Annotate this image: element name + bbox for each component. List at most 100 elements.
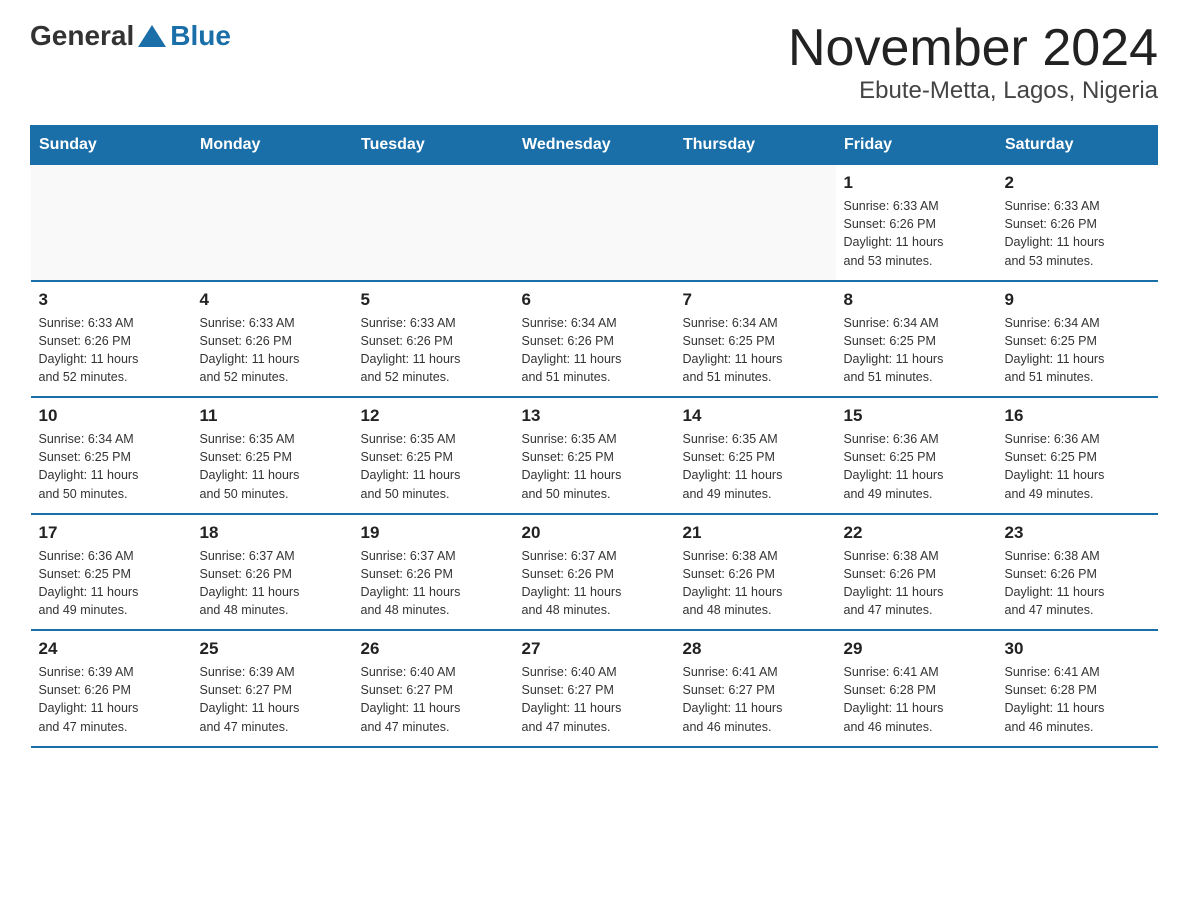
day-sun-info: Sunrise: 6:35 AM Sunset: 6:25 PM Dayligh… [361,430,506,503]
day-of-week-header: Wednesday [514,126,675,165]
day-number: 12 [361,406,506,426]
day-sun-info: Sunrise: 6:41 AM Sunset: 6:28 PM Dayligh… [844,663,989,736]
calendar-week-row: 10 Sunrise: 6:34 AM Sunset: 6:25 PM Dayli… [31,397,1158,514]
day-number: 23 [1005,523,1150,543]
day-number: 21 [683,523,828,543]
calendar-day-cell: 30Sunrise: 6:41 AM Sunset: 6:28 PM Dayli… [997,630,1158,747]
day-sun-info: Sunrise: 6:36 AM Sunset: 6:25 PM Dayligh… [844,430,989,503]
day-sun-info: Sunrise: 6:35 AM Sunset: 6:25 PM Dayligh… [200,430,345,503]
day-sun-info: Sunrise: 6:34 AM Sunset: 6:26 PM Dayligh… [522,314,667,387]
day-number: 19 [361,523,506,543]
day-number: 9 [1005,290,1150,310]
day-number: 27 [522,639,667,659]
calendar-day-cell: 15 Sunrise: 6:36 AM Sunset: 6:25 PM Dayli… [836,397,997,514]
calendar-week-row: 17Sunrise: 6:36 AM Sunset: 6:25 PM Dayli… [31,514,1158,631]
day-of-week-header: Saturday [997,126,1158,165]
day-sun-info: Sunrise: 6:35 AM Sunset: 6:25 PM Dayligh… [683,430,828,503]
title-area: November 2024 Ebute-Metta, Lagos, Nigeri… [788,20,1158,105]
day-number: 20 [522,523,667,543]
day-sun-info: Sunrise: 6:34 AM Sunset: 6:25 PM Dayligh… [39,430,184,503]
day-number: 13 [522,406,667,426]
calendar-day-cell: 1 Sunrise: 6:33 AM Sunset: 6:26 PM Daylig… [836,165,997,281]
day-sun-info: Sunrise: 6:38 AM Sunset: 6:26 PM Dayligh… [683,547,828,620]
day-sun-info: Sunrise: 6:33 AM Sunset: 6:26 PM Dayligh… [1005,197,1150,270]
calendar-day-cell: 16Sunrise: 6:36 AM Sunset: 6:25 PM Dayli… [997,397,1158,514]
day-sun-info: Sunrise: 6:33 AM Sunset: 6:26 PM Dayligh… [39,314,184,387]
day-sun-info: Sunrise: 6:39 AM Sunset: 6:26 PM Dayligh… [39,663,184,736]
day-sun-info: Sunrise: 6:41 AM Sunset: 6:27 PM Dayligh… [683,663,828,736]
day-number: 3 [39,290,184,310]
calendar-day-cell: 27 Sunrise: 6:40 AM Sunset: 6:27 PM Dayli… [514,630,675,747]
day-sun-info: Sunrise: 6:38 AM Sunset: 6:26 PM Dayligh… [844,547,989,620]
calendar-day-cell: 18Sunrise: 6:37 AM Sunset: 6:26 PM Dayli… [192,514,353,631]
logo-general-text: General [30,20,134,52]
calendar-day-cell: 24 Sunrise: 6:39 AM Sunset: 6:26 PM Dayli… [31,630,192,747]
day-number: 29 [844,639,989,659]
day-sun-info: Sunrise: 6:40 AM Sunset: 6:27 PM Dayligh… [361,663,506,736]
calendar-day-cell [675,165,836,281]
calendar-day-cell: 17Sunrise: 6:36 AM Sunset: 6:25 PM Dayli… [31,514,192,631]
calendar-day-cell [31,165,192,281]
day-number: 5 [361,290,506,310]
day-number: 14 [683,406,828,426]
day-sun-info: Sunrise: 6:33 AM Sunset: 6:26 PM Dayligh… [844,197,989,270]
calendar-day-cell: 2 Sunrise: 6:33 AM Sunset: 6:26 PM Daylig… [997,165,1158,281]
day-of-week-header: Friday [836,126,997,165]
day-sun-info: Sunrise: 6:34 AM Sunset: 6:25 PM Dayligh… [1005,314,1150,387]
calendar-day-cell: 20 Sunrise: 6:37 AM Sunset: 6:26 PM Dayli… [514,514,675,631]
calendar-body: 1 Sunrise: 6:33 AM Sunset: 6:26 PM Daylig… [31,165,1158,747]
calendar-day-cell: 4 Sunrise: 6:33 AM Sunset: 6:26 PM Daylig… [192,281,353,398]
day-sun-info: Sunrise: 6:38 AM Sunset: 6:26 PM Dayligh… [1005,547,1150,620]
days-of-week-row: SundayMondayTuesdayWednesdayThursdayFrid… [31,126,1158,165]
calendar-day-cell [353,165,514,281]
day-sun-info: Sunrise: 6:34 AM Sunset: 6:25 PM Dayligh… [683,314,828,387]
page-header: General Blue November 2024 Ebute-Metta, … [30,20,1158,105]
calendar-day-cell: 9 Sunrise: 6:34 AM Sunset: 6:25 PM Daylig… [997,281,1158,398]
day-number: 1 [844,173,989,193]
day-number: 8 [844,290,989,310]
day-number: 4 [200,290,345,310]
calendar-day-cell [514,165,675,281]
day-number: 15 [844,406,989,426]
day-number: 24 [39,639,184,659]
calendar-day-cell: 8Sunrise: 6:34 AM Sunset: 6:25 PM Daylig… [836,281,997,398]
calendar-week-row: 24 Sunrise: 6:39 AM Sunset: 6:26 PM Dayli… [31,630,1158,747]
calendar-day-cell: 25Sunrise: 6:39 AM Sunset: 6:27 PM Dayli… [192,630,353,747]
calendar-week-row: 1 Sunrise: 6:33 AM Sunset: 6:26 PM Daylig… [31,165,1158,281]
calendar-day-cell: 5 Sunrise: 6:33 AM Sunset: 6:26 PM Daylig… [353,281,514,398]
day-sun-info: Sunrise: 6:40 AM Sunset: 6:27 PM Dayligh… [522,663,667,736]
day-number: 11 [200,406,345,426]
calendar-day-cell: 28 Sunrise: 6:41 AM Sunset: 6:27 PM Dayli… [675,630,836,747]
day-sun-info: Sunrise: 6:41 AM Sunset: 6:28 PM Dayligh… [1005,663,1150,736]
calendar-day-cell: 12 Sunrise: 6:35 AM Sunset: 6:25 PM Dayli… [353,397,514,514]
logo: General Blue [30,20,231,52]
day-sun-info: Sunrise: 6:33 AM Sunset: 6:26 PM Dayligh… [200,314,345,387]
calendar-header: SundayMondayTuesdayWednesdayThursdayFrid… [31,126,1158,165]
calendar-day-cell: 19 Sunrise: 6:37 AM Sunset: 6:26 PM Dayli… [353,514,514,631]
calendar-day-cell: 10 Sunrise: 6:34 AM Sunset: 6:25 PM Dayli… [31,397,192,514]
day-number: 25 [200,639,345,659]
calendar-day-cell [192,165,353,281]
day-number: 26 [361,639,506,659]
calendar-day-cell: 23 Sunrise: 6:38 AM Sunset: 6:26 PM Dayli… [997,514,1158,631]
day-sun-info: Sunrise: 6:37 AM Sunset: 6:26 PM Dayligh… [361,547,506,620]
calendar-day-cell: 7 Sunrise: 6:34 AM Sunset: 6:25 PM Daylig… [675,281,836,398]
day-of-week-header: Sunday [31,126,192,165]
day-sun-info: Sunrise: 6:37 AM Sunset: 6:26 PM Dayligh… [522,547,667,620]
day-number: 18 [200,523,345,543]
day-of-week-header: Tuesday [353,126,514,165]
month-year-title: November 2024 [788,20,1158,77]
day-sun-info: Sunrise: 6:33 AM Sunset: 6:26 PM Dayligh… [361,314,506,387]
day-sun-info: Sunrise: 6:36 AM Sunset: 6:25 PM Dayligh… [39,547,184,620]
calendar-day-cell: 26 Sunrise: 6:40 AM Sunset: 6:27 PM Dayli… [353,630,514,747]
day-number: 6 [522,290,667,310]
day-number: 2 [1005,173,1150,193]
calendar-day-cell: 3 Sunrise: 6:33 AM Sunset: 6:26 PM Daylig… [31,281,192,398]
location-subtitle: Ebute-Metta, Lagos, Nigeria [788,77,1158,105]
logo-blue-text: Blue [170,20,231,52]
day-number: 28 [683,639,828,659]
day-of-week-header: Thursday [675,126,836,165]
day-sun-info: Sunrise: 6:35 AM Sunset: 6:25 PM Dayligh… [522,430,667,503]
day-number: 7 [683,290,828,310]
day-number: 10 [39,406,184,426]
